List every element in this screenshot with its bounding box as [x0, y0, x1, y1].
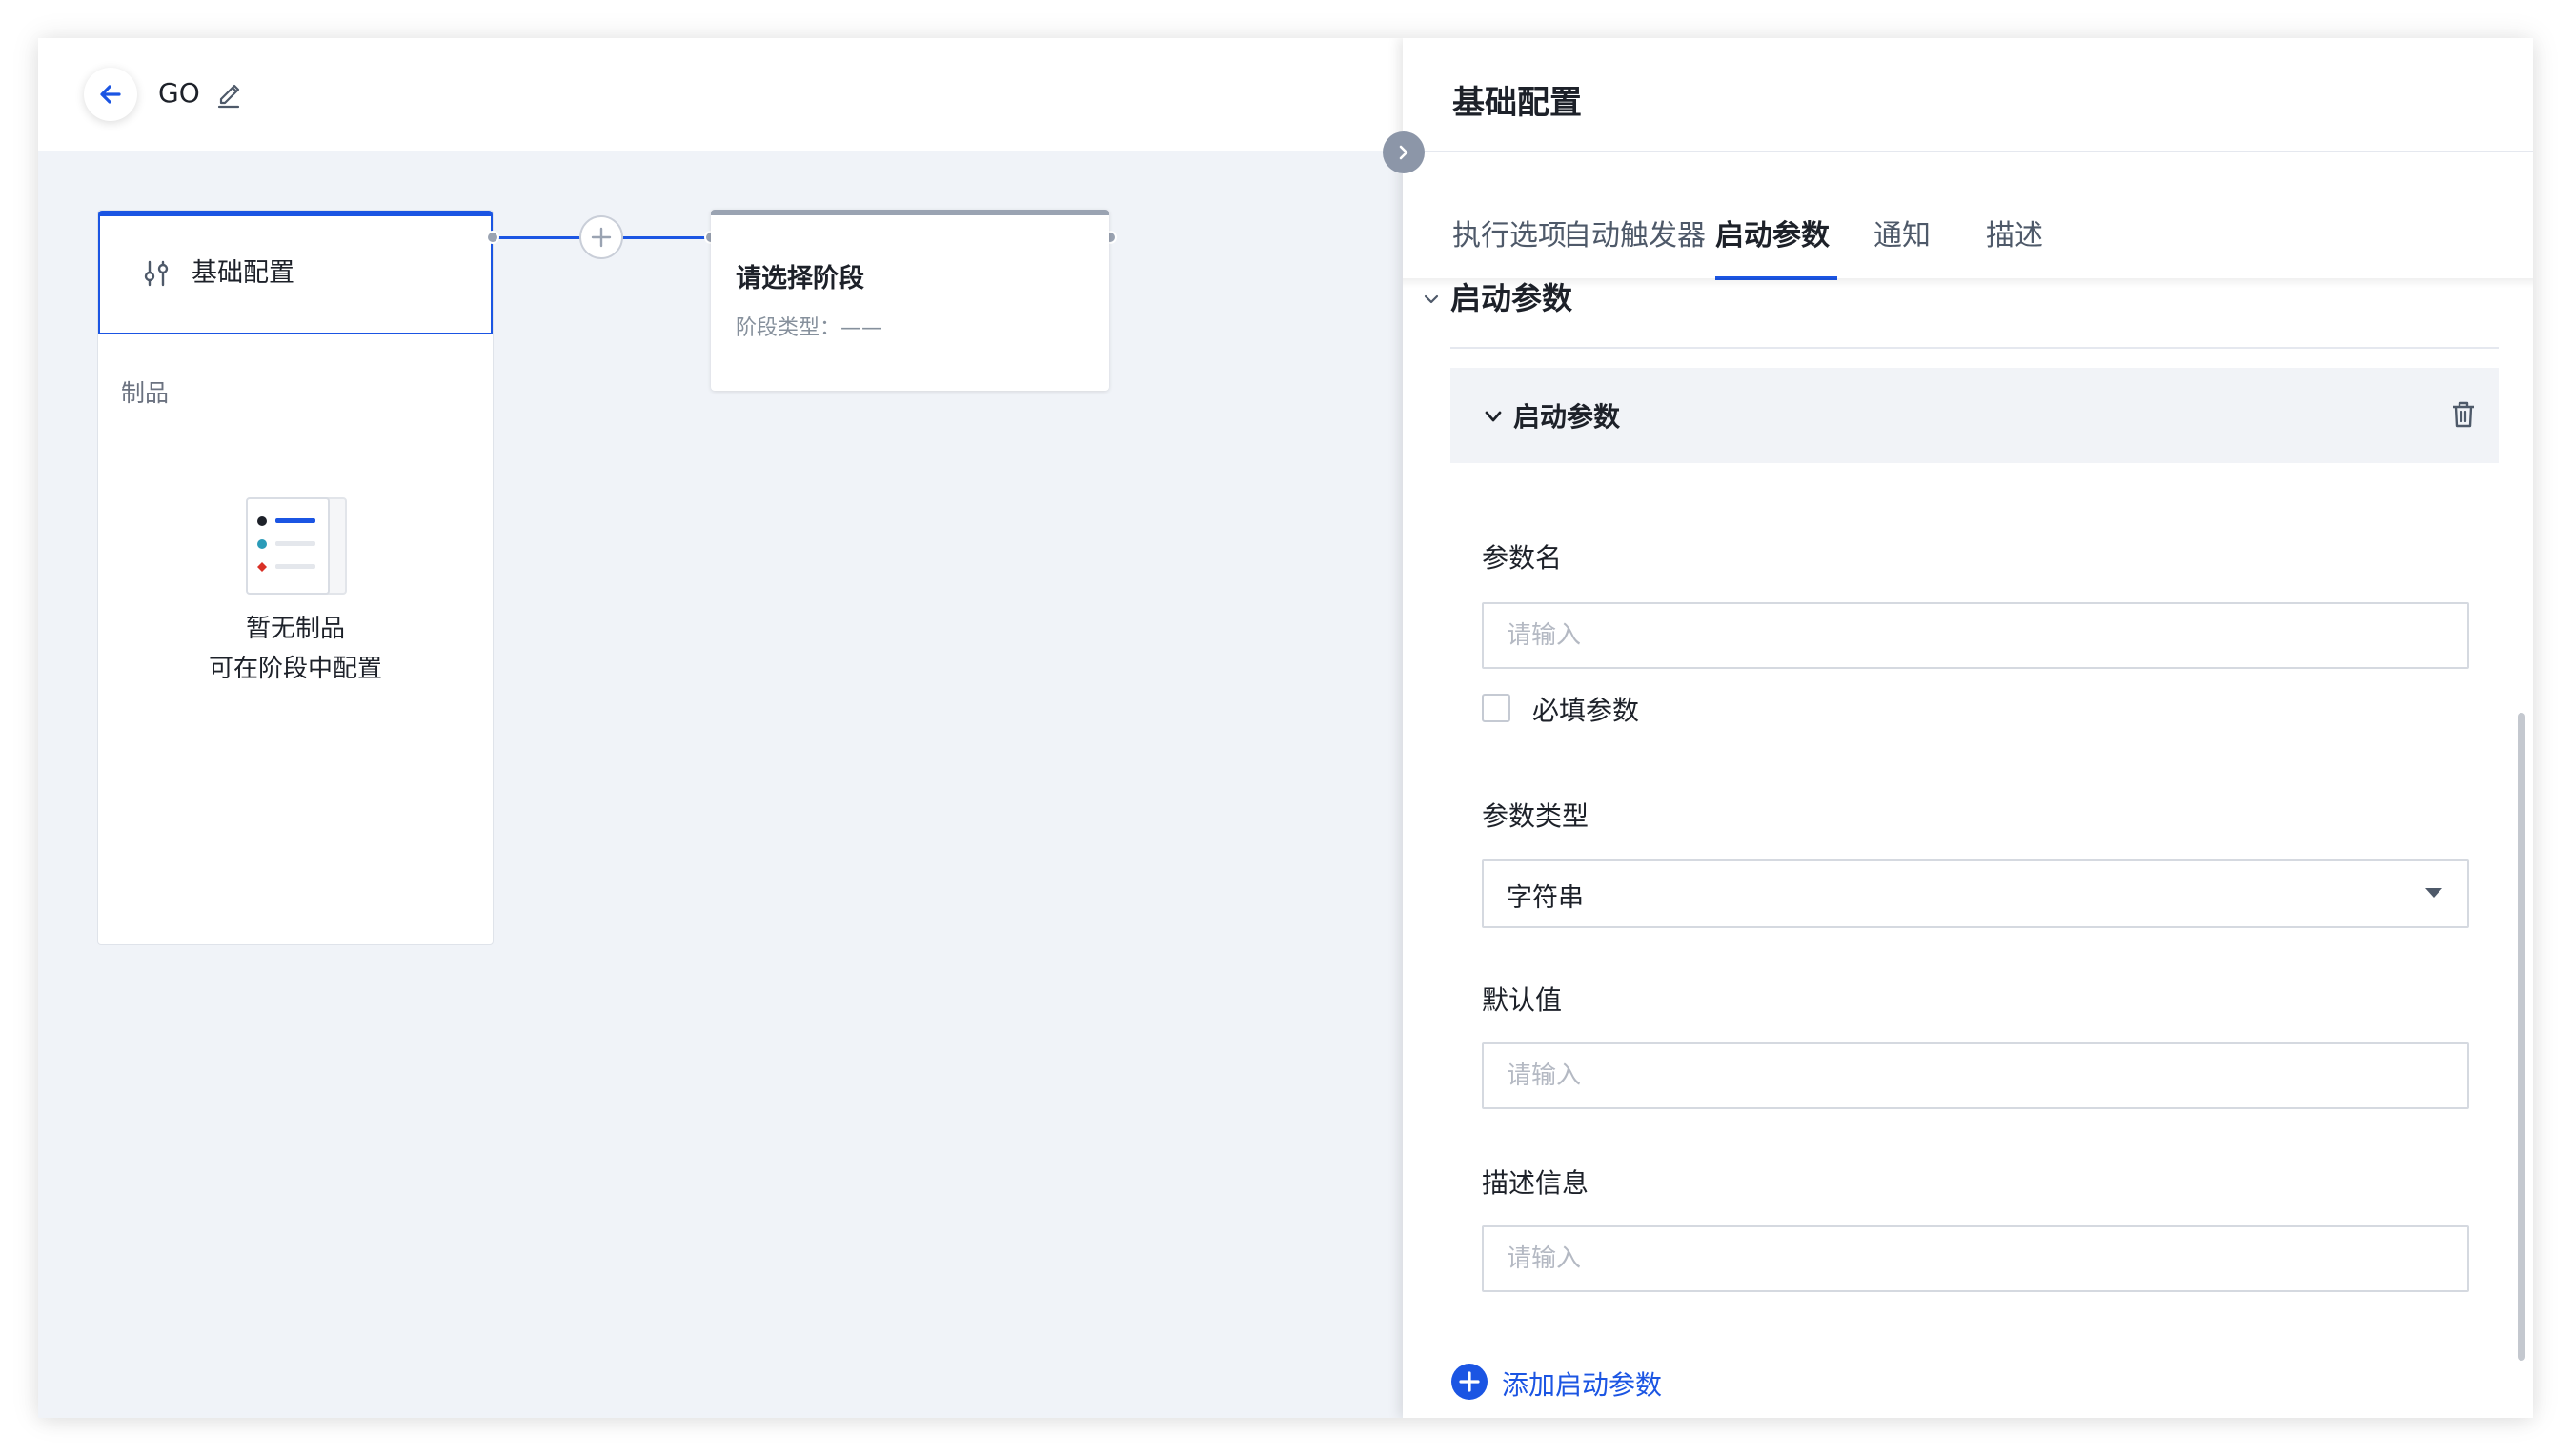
tab-launch-params[interactable]: 启动参数 [1715, 212, 1830, 253]
arrow-left-icon [100, 85, 121, 104]
tab-notification[interactable]: 通知 [1873, 212, 1931, 253]
divider [1450, 347, 2499, 349]
stage-port [486, 231, 499, 244]
tab-execution-options[interactable]: 执行选项 [1452, 212, 1567, 253]
pipeline-canvas: GO 基础配置 制品 暂无制品 可在阶段中配置 请选择阶段 阶段类型：—— [38, 38, 1403, 1418]
back-button[interactable] [84, 68, 137, 121]
stage-title: 基础配置 [192, 258, 294, 288]
stage-header-basic-config[interactable]: 基础配置 [98, 211, 493, 334]
add-launch-param-label: 添加启动参数 [1502, 1369, 1663, 1401]
stage-card-basic-config: 基础配置 制品 暂无制品 可在阶段中配置 [97, 210, 494, 945]
tab-auto-trigger[interactable]: 自动触发器 [1563, 212, 1706, 253]
caret-down-icon [2425, 888, 2442, 898]
plus-circle-icon [1451, 1364, 1488, 1400]
drawer-title: 基础配置 [1452, 84, 1582, 122]
param-type-value: 字符串 [1507, 883, 1584, 913]
connector-line [621, 236, 711, 239]
sliders-icon [144, 260, 169, 287]
required-checkbox-label: 必填参数 [1532, 695, 1640, 726]
description-input[interactable] [1482, 1225, 2469, 1292]
chevron-down-icon[interactable] [1481, 404, 1506, 429]
section-title: 启动参数 [1450, 280, 1573, 316]
default-value-label: 默认值 [1482, 984, 1563, 1016]
param-name-label: 参数名 [1482, 542, 1563, 574]
top-bar: GO [38, 38, 1403, 151]
description-label: 描述信息 [1482, 1167, 1589, 1199]
stage-type: 阶段类型：—— [736, 316, 883, 340]
scrollbar-thumb[interactable] [2518, 713, 2525, 1361]
empty-artifact-hint: 可在阶段中配置 [208, 655, 382, 683]
param-type-label: 参数类型 [1482, 800, 1589, 832]
config-drawer: 基础配置 执行选项 自动触发器 启动参数 通知 描述 启动参数 启动参数 参数名… [1403, 38, 2533, 1418]
plus-icon [591, 227, 612, 248]
chevron-down-icon[interactable] [1420, 288, 1443, 311]
app-window: GO 基础配置 制品 暂无制品 可在阶段中配置 请选择阶段 阶段类型：—— 基础… [38, 38, 2533, 1418]
empty-artifact-illustration [246, 497, 347, 595]
chevron-right-icon [1399, 145, 1408, 160]
pipeline-title: GO [158, 77, 200, 109]
artifact-label: 制品 [121, 379, 170, 407]
drawer-collapse-button[interactable] [1383, 131, 1425, 173]
add-stage-button[interactable] [579, 215, 623, 259]
trash-icon[interactable] [2447, 398, 2480, 431]
connector-line [494, 236, 581, 239]
tab-bar: 执行选项 自动触发器 启动参数 通知 描述 [1403, 152, 2533, 280]
stage-title: 请选择阶段 [736, 264, 864, 293]
required-checkbox[interactable] [1482, 694, 1510, 722]
pencil-icon[interactable] [212, 76, 246, 111]
param-group-header[interactable]: 启动参数 [1450, 368, 2499, 463]
tab-description[interactable]: 描述 [1986, 212, 2043, 253]
param-name-input[interactable] [1482, 602, 2469, 669]
param-type-select[interactable]: 字符串 [1482, 859, 2469, 928]
stage-card-select-stage[interactable]: 请选择阶段 阶段类型：—— [711, 210, 1109, 391]
empty-artifact-title: 暂无制品 [245, 615, 345, 643]
param-group-title: 启动参数 [1513, 401, 1621, 433]
default-value-input[interactable] [1482, 1042, 2469, 1109]
